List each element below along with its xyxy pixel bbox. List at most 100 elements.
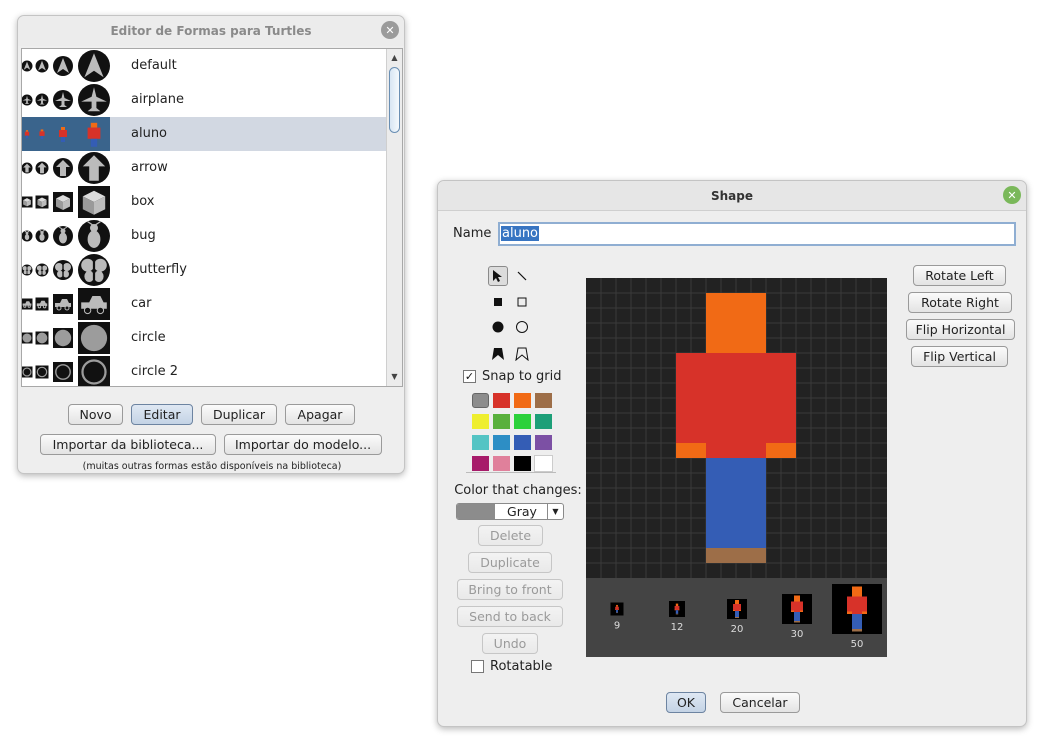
color-swatch[interactable]	[472, 456, 489, 471]
airplane-icon	[22, 83, 110, 117]
turtle-hand-right[interactable]	[766, 443, 796, 458]
color-swatch[interactable]	[493, 393, 510, 408]
preview-turtle-legs	[616, 609, 618, 613]
color-swatch[interactable]	[472, 393, 489, 408]
preview-turtle-head	[616, 604, 618, 607]
scrollbar-thumb[interactable]	[389, 67, 400, 133]
arrowhead-icon	[22, 49, 110, 83]
color-swatch[interactable]	[493, 435, 510, 450]
shape-dialog-title: Shape	[710, 189, 753, 203]
cube-icon	[22, 185, 110, 219]
rotatable-label: Rotatable	[490, 659, 553, 674]
rotate-right-button[interactable]: Rotate Right	[908, 292, 1012, 313]
rotate-left-button[interactable]: Rotate Left	[913, 265, 1006, 286]
color-changes-select[interactable]: Gray ▼	[456, 503, 564, 520]
butterfly-icon	[22, 253, 110, 287]
polygon-icon[interactable]	[512, 344, 532, 364]
filled-circle-icon[interactable]	[488, 317, 508, 337]
shape-list-item[interactable]: circle	[22, 321, 386, 355]
turtle-body[interactable]	[676, 353, 796, 458]
color-swatch[interactable]	[535, 435, 552, 450]
filled-rectangle-icon[interactable]	[488, 292, 508, 312]
circle-icon[interactable]	[512, 317, 532, 337]
shape-list-item[interactable]: butterfly	[22, 253, 386, 287]
new-button[interactable]: Novo	[68, 404, 123, 425]
preview-size-label: 9	[614, 621, 620, 632]
color-swatch[interactable]	[493, 456, 510, 471]
delete-button[interactable]: Apagar	[285, 404, 355, 425]
shape-list-item[interactable]: circle 2	[22, 355, 386, 386]
pointer-icon[interactable]	[488, 266, 508, 286]
checkbox-box	[471, 660, 484, 673]
shape-list-item[interactable]: aluno	[22, 117, 386, 151]
shape-list-item[interactable]: default	[22, 49, 386, 83]
import-model-button[interactable]: Importar do modelo...	[224, 434, 382, 455]
scroll-up-icon[interactable]: ▲	[387, 51, 402, 65]
x-icon[interactable]: ✕	[381, 21, 399, 39]
shape-list-item[interactable]: arrow	[22, 151, 386, 185]
color-changes-value: Gray	[507, 504, 537, 519]
color-swatch[interactable]	[514, 456, 531, 471]
color-swatch[interactable]	[493, 414, 510, 429]
shape-list-item[interactable]: car	[22, 287, 386, 321]
line-icon[interactable]	[512, 266, 532, 286]
color-swatch[interactable]	[472, 435, 489, 450]
shape-dialog-titlebar: Shape ✕	[438, 181, 1026, 211]
shape-list-item-label: arrow	[131, 160, 168, 175]
flip-horizontal-button[interactable]: Flip Horizontal	[906, 319, 1015, 340]
turtle-legs[interactable]	[706, 458, 766, 548]
color-swatch[interactable]	[535, 414, 552, 429]
scroll-down-icon[interactable]: ▼	[387, 370, 402, 384]
snap-to-grid-checkbox[interactable]: ✓ Snap to grid	[463, 369, 562, 384]
color-swatch[interactable]	[534, 455, 553, 472]
shapes-editor-title: Editor de Formas para Turtles	[110, 24, 312, 38]
duplicate-button[interactable]: Duplicate	[468, 552, 552, 573]
cancel-button[interactable]: Cancelar	[720, 692, 800, 713]
color-swatch[interactable]	[514, 435, 531, 450]
rotatable-checkbox[interactable]: Rotatable	[471, 659, 552, 674]
preview-turtle-head	[735, 600, 739, 604]
send-to-back-button[interactable]: Send to back	[457, 606, 563, 627]
rectangle-icon[interactable]	[512, 292, 532, 312]
vertical-scrollbar[interactable]: ▲ ▼	[386, 49, 402, 386]
preview-9	[610, 602, 624, 616]
shape-list-item-label: car	[131, 296, 152, 311]
bring-to-front-button[interactable]: Bring to front	[457, 579, 563, 600]
shape-list-item-label: default	[131, 58, 177, 73]
preview-12	[669, 601, 685, 617]
library-footnote: (muitas outras formas estão disponíveis …	[82, 461, 342, 472]
turtle-hand-left[interactable]	[676, 443, 706, 458]
import-library-button[interactable]: Importar da biblioteca...	[40, 434, 216, 455]
shape-list-item[interactable]: box	[22, 185, 386, 219]
ring-icon	[22, 355, 110, 386]
x-icon[interactable]: ✕	[1003, 186, 1021, 204]
shape-canvas-svg[interactable]: 9 12 20 30 50	[586, 278, 887, 657]
flip-vertical-button[interactable]: Flip Vertical	[911, 346, 1008, 367]
preview-turtle-legs	[794, 612, 800, 621]
shape-list[interactable]: default airplane aluno arrow box bug butterfly…	[21, 48, 403, 387]
shape-list-item[interactable]: bug	[22, 219, 386, 253]
ok-button[interactable]: OK	[666, 692, 706, 713]
color-swatch[interactable]	[535, 393, 552, 408]
preview-30	[782, 594, 812, 624]
filled-polygon-icon[interactable]	[488, 344, 508, 364]
color-swatch[interactable]	[472, 414, 489, 429]
preview-turtle-legs	[735, 611, 739, 617]
name-field[interactable]: aluno	[498, 222, 1016, 246]
edit-button[interactable]: Editar	[131, 404, 193, 425]
color-swatch[interactable]	[514, 393, 531, 408]
undo-button[interactable]: Undo	[482, 633, 538, 654]
preview-turtle-feet	[675, 613, 679, 615]
duplicate-button[interactable]: Duplicar	[201, 404, 277, 425]
preview-size-label: 20	[731, 624, 744, 635]
name-label: Name	[453, 226, 492, 241]
turtle-feet[interactable]	[706, 548, 766, 563]
shape-list-item[interactable]: airplane	[22, 83, 386, 117]
shape-canvas[interactable]: 9 12 20 30 50	[586, 278, 887, 657]
preview-turtle-legs	[675, 610, 679, 614]
preview-turtle-body	[847, 596, 867, 614]
color-swatch[interactable]	[514, 414, 531, 429]
turtle-head[interactable]	[706, 293, 766, 353]
delete-button[interactable]: Delete	[478, 525, 543, 546]
chevron-down-icon: ▼	[547, 504, 563, 519]
